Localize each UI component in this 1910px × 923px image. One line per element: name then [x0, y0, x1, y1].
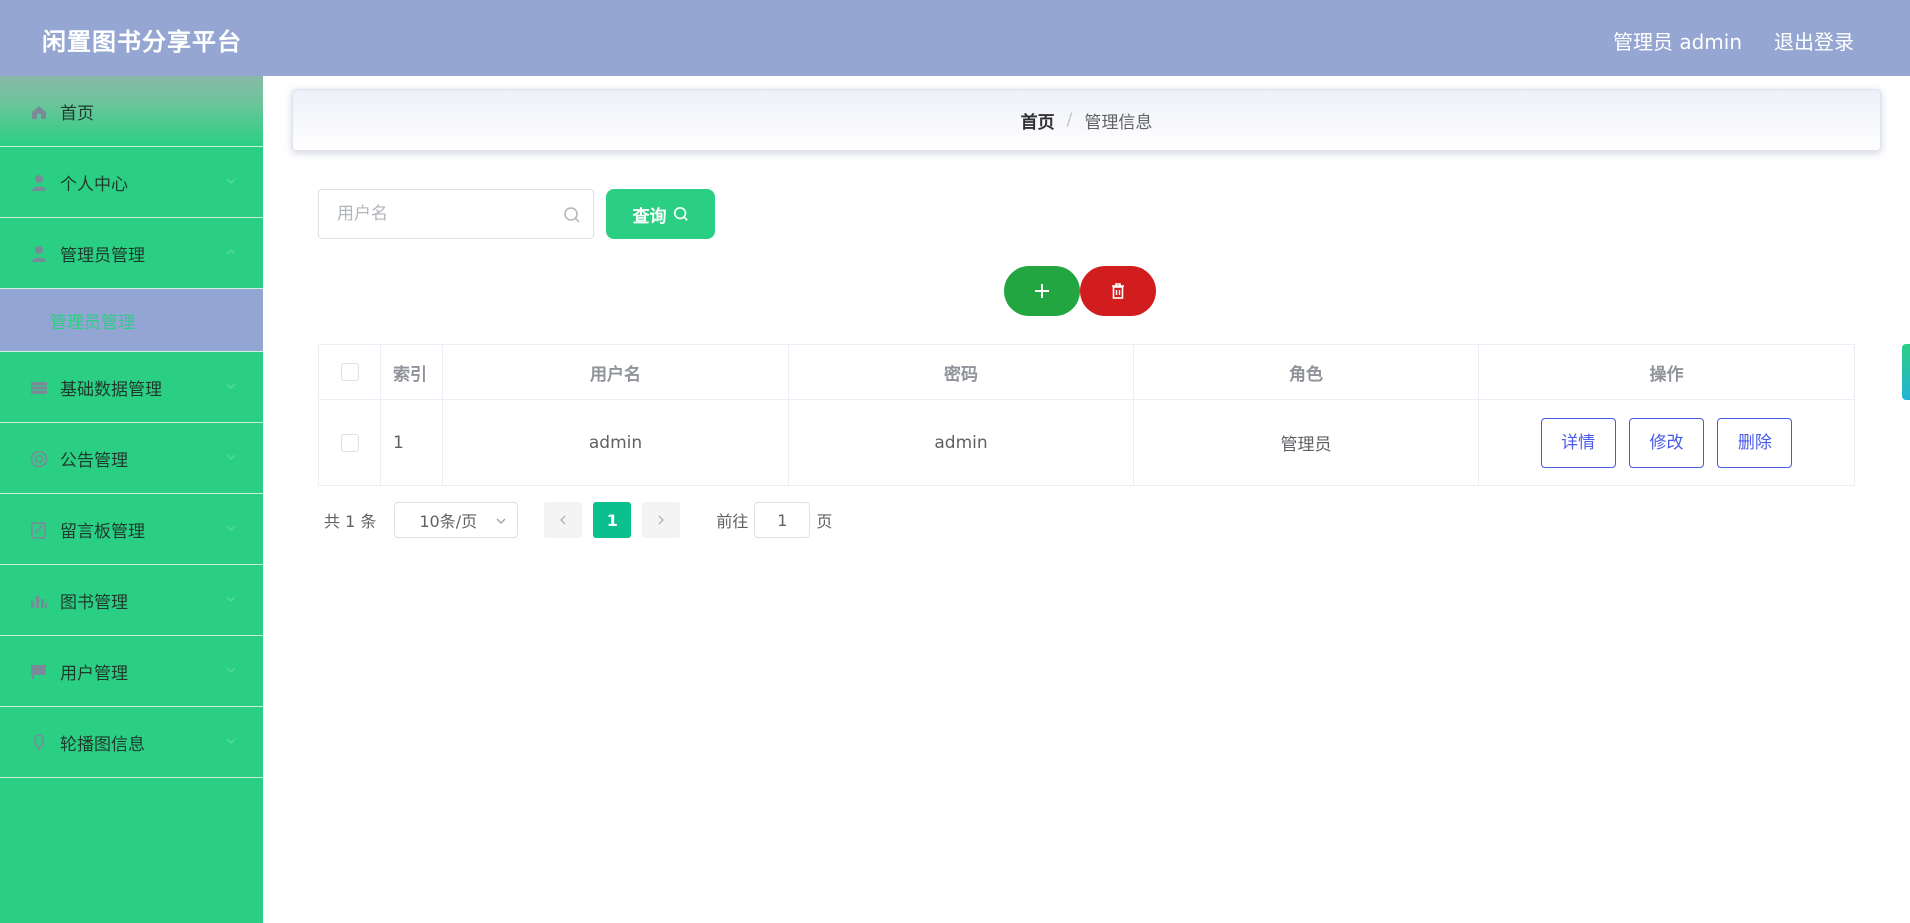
- column-header-actions: 操作: [1478, 344, 1855, 400]
- sidebar-item-label: 个人中心: [60, 174, 128, 195]
- next-page-button[interactable]: [642, 502, 681, 538]
- chevron-down-icon: [226, 667, 236, 674]
- sidebar-item-carousel[interactable]: 轮播图信息: [0, 707, 263, 778]
- query-button[interactable]: 查询: [606, 189, 715, 239]
- sidebar-item-label: 公告管理: [60, 450, 128, 471]
- goto-page-input[interactable]: [754, 502, 811, 538]
- sidebar-item-label: 管理员管理: [60, 245, 145, 266]
- sidebar-item-label: 留言板管理: [60, 521, 145, 542]
- chevron-down-icon: [226, 525, 236, 532]
- column-header-password: 密码: [788, 344, 1134, 400]
- breadcrumb-home[interactable]: 首页: [1021, 108, 1055, 133]
- trash-icon: [1112, 283, 1124, 299]
- chevron-up-icon: [226, 248, 236, 255]
- chevron-down-icon: [226, 178, 236, 185]
- chevron-down-icon: [226, 596, 236, 603]
- sidebar-item-label: 基础数据管理: [60, 379, 162, 400]
- pagination-total: 共 1 条: [324, 512, 377, 531]
- sidebar-item-message-board[interactable]: 留言板管理: [0, 494, 263, 565]
- user-icon: [30, 245, 48, 263]
- search-input[interactable]: [337, 190, 557, 238]
- sidebar-item-label: 用户管理: [60, 663, 128, 684]
- plus-icon: [1035, 284, 1049, 298]
- cell-username: admin: [442, 399, 789, 486]
- chart-icon: [30, 592, 48, 610]
- sidebar-item-users[interactable]: 用户管理: [0, 636, 263, 707]
- row-checkbox[interactable]: [340, 433, 359, 452]
- logout-link[interactable]: 退出登录: [1774, 26, 1854, 55]
- chevron-down-icon: [226, 738, 236, 745]
- search-field[interactable]: [318, 189, 594, 239]
- page-number-current[interactable]: 1: [593, 502, 632, 538]
- table-header-row: 索引 用户名 密码 角色 操作: [318, 344, 1855, 400]
- column-header-role: 角色: [1133, 344, 1479, 400]
- chevron-right-icon: [658, 515, 665, 525]
- goto-label: 前往: [716, 512, 749, 531]
- add-button[interactable]: [1004, 266, 1080, 316]
- breadcrumb-separator: /: [1066, 110, 1073, 130]
- sidebar-item-basic-data[interactable]: 基础数据管理: [0, 352, 263, 423]
- sidebar-item-admin-management[interactable]: 管理员管理: [0, 218, 263, 289]
- notice-icon: [30, 450, 48, 468]
- top-header: 闲置图书分享平台 管理员 admin 退出登录: [0, 0, 1910, 76]
- sidebar-subitem-admin-management[interactable]: 管理员管理: [0, 289, 263, 352]
- select-all-cell: [318, 344, 381, 400]
- grid-icon: [30, 379, 48, 397]
- delete-button[interactable]: 删除: [1717, 417, 1793, 468]
- chevron-down-icon: [226, 383, 236, 390]
- user-icon: [30, 174, 48, 192]
- page-size-value: 10条/页: [419, 512, 478, 531]
- prev-page-button[interactable]: [544, 502, 583, 538]
- cell-index: 1: [380, 399, 443, 486]
- search-icon: [673, 206, 688, 221]
- image-icon: [30, 734, 48, 752]
- breadcrumb-current: 管理信息: [1084, 112, 1153, 133]
- sidebar-item-notices[interactable]: 公告管理: [0, 423, 263, 494]
- sidebar-item-label: 轮播图信息: [60, 734, 145, 755]
- breadcrumb: 首页 / 管理信息: [292, 89, 1881, 151]
- sidebar-item-label: 图书管理: [60, 592, 128, 613]
- page-size-select[interactable]: 10条/页: [394, 502, 519, 538]
- sidebar: 首页 个人中心 管理员管理 管理员管理 基础数据管理 公告管理 留言板管理 图书…: [0, 76, 263, 923]
- scrollbar-thumb[interactable]: [1902, 344, 1910, 400]
- column-header-index: 索引: [380, 344, 443, 400]
- chevron-left-icon: [560, 515, 566, 525]
- admin-table: 索引 用户名 密码 角色 操作 1 admin admin 管理员 详情 修改 …: [318, 344, 1855, 486]
- edit-button[interactable]: 修改: [1629, 417, 1704, 468]
- column-header-username: 用户名: [442, 344, 789, 400]
- batch-delete-button[interactable]: [1080, 266, 1156, 316]
- cell-password: admin: [788, 399, 1134, 486]
- select-all-checkbox[interactable]: [340, 363, 359, 381]
- table-row: 1 admin admin 管理员 详情 修改 删除: [318, 399, 1855, 486]
- chevron-down-icon: [226, 454, 236, 461]
- row-select-cell: [318, 399, 381, 486]
- sidebar-item-home[interactable]: 首页: [0, 76, 263, 147]
- chevron-down-icon: [496, 518, 506, 524]
- pagination: 共 1 条 10条/页 1 前往 页: [318, 502, 832, 538]
- sidebar-item-label: 首页: [60, 103, 94, 124]
- sidebar-item-books[interactable]: 图书管理: [0, 565, 263, 636]
- sidebar-item-profile[interactable]: 个人中心: [0, 147, 263, 218]
- message-icon: [30, 521, 48, 539]
- query-button-label: 查询: [632, 206, 667, 227]
- app-title: 闲置图书分享平台: [42, 28, 242, 56]
- cell-role: 管理员: [1133, 399, 1479, 486]
- flag-icon: [30, 663, 48, 681]
- search-icon: [564, 207, 580, 223]
- page-unit-label: 页: [816, 512, 833, 531]
- detail-button[interactable]: 详情: [1540, 417, 1616, 468]
- cell-actions: 详情 修改 删除: [1478, 399, 1855, 486]
- current-user-label: 管理员 admin: [1612, 30, 1742, 54]
- home-icon: [30, 103, 48, 121]
